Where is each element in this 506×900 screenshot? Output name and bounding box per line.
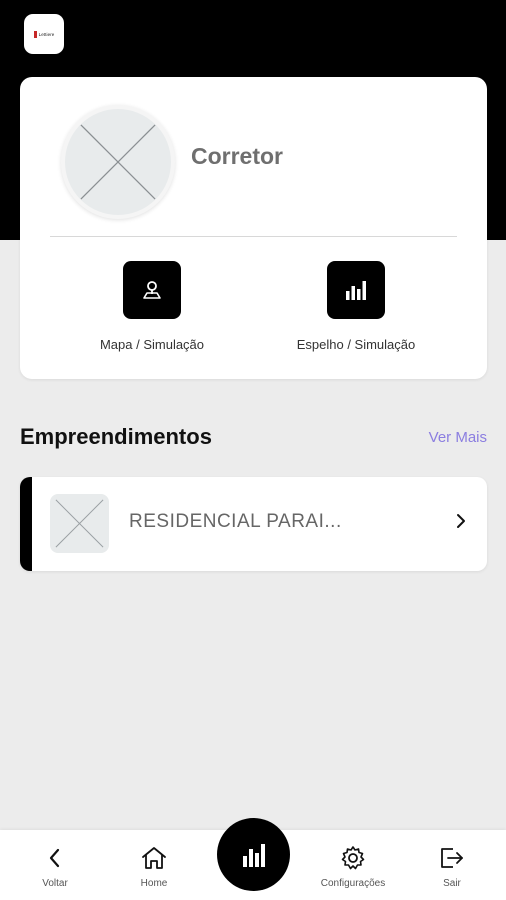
bar-chart-icon [242, 843, 265, 867]
map-simulation-label: Mapa / Simulação [99, 337, 205, 352]
see-more-link[interactable]: Ver Mais [429, 429, 487, 446]
nav-home-label: Home [140, 878, 168, 889]
divider [50, 236, 457, 237]
logout-icon [407, 844, 497, 872]
profile-name: Corretor [191, 143, 284, 169]
logo-mark-icon [33, 30, 37, 38]
bar-chart-icon [327, 261, 385, 319]
map-pin-icon [123, 261, 181, 319]
nav-back-label: Voltar [42, 878, 68, 889]
card-accent-bar [20, 477, 32, 571]
mirror-simulation-label: Espelho / Simulação [296, 337, 416, 352]
project-card[interactable]: RESIDENCIAL PARAI... [20, 477, 487, 571]
image-placeholder-icon [80, 124, 156, 200]
map-simulation-button[interactable]: Mapa / Simulação [67, 261, 237, 352]
app-logo: Lettiere [24, 14, 64, 54]
chart-fab-button[interactable] [217, 818, 290, 891]
gear-icon [308, 844, 398, 872]
chevron-right-icon [455, 513, 467, 534]
nav-settings-label: Configurações [320, 878, 386, 889]
image-placeholder-icon [55, 499, 104, 548]
mirror-simulation-button[interactable]: Espelho / Simulação [271, 261, 441, 352]
nav-back-button[interactable]: Voltar [10, 844, 100, 889]
section-title: Empreendimentos [20, 424, 212, 449]
logo-text: Lettiere [38, 31, 55, 37]
nav-settings-button[interactable]: Configurações [308, 844, 398, 889]
nav-exit-label: Sair [443, 878, 461, 889]
profile-card: Corretor Mapa / Simulação Espelho / Simu… [20, 77, 487, 379]
nav-exit-button[interactable]: Sair [407, 844, 497, 889]
nav-home-button[interactable]: Home [109, 844, 199, 889]
home-icon [109, 844, 199, 872]
avatar [61, 105, 175, 219]
chevron-left-icon [10, 844, 100, 872]
project-thumbnail [50, 494, 109, 553]
project-name: RESIDENCIAL PARAI... [129, 511, 342, 532]
